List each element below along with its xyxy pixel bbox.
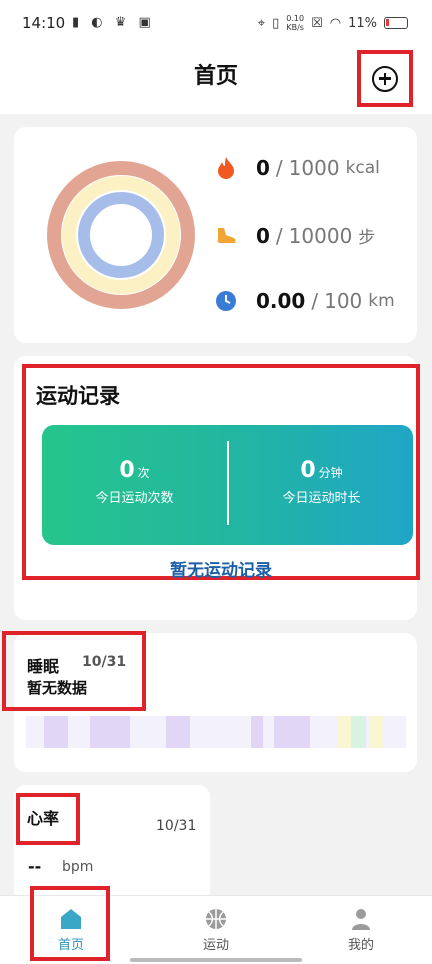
distance-sep: / [311,289,319,313]
today-count-unit: 次 [137,466,150,480]
heart-rate-card[interactable]: 心率 10/31 -- bpm [14,785,210,895]
sleep-date: 10/31 [82,654,127,670]
heart-title: 心率 [27,809,60,828]
status-right: ⌖ ▯ 0.10 KB/s ☒ ◠ 11% [258,14,408,32]
sleep-no-data: 暂无数据 [27,679,88,697]
sleep-segment [44,716,68,748]
location-icon: ⌖ [257,15,266,31]
heart-date: 10/31 [156,818,197,834]
sleep-title: 睡眠 [27,657,60,676]
records-highlight: 运动记录 0次 今日运动次数 0 分钟 今日运动时长 暂无运动记录 [22,364,420,581]
clock-icon [214,289,238,313]
heart-rate-value: -- [28,857,42,876]
plus-circle-icon [372,65,398,92]
vibrate-icon: ▯ [272,15,280,31]
calories-goal: 1000 [288,156,340,180]
calories-unit: kcal [345,158,380,178]
gesture-bar [130,958,302,962]
today-count-stat: 0次 今日运动次数 [42,458,227,506]
net-speed: 0.10 KB/s [286,14,304,32]
distance-goal: 100 [324,289,363,313]
home-tab-highlight [30,886,110,961]
today-count-value: 0 [119,458,135,483]
battery-icon [384,17,408,29]
add-button[interactable] [357,50,413,107]
tab-sport-label: 运动 [202,938,229,953]
calories-current: 0 [256,156,270,180]
exercise-records-card[interactable]: 运动记录 0次 今日运动次数 0 分钟 今日运动时长 暂无运动记录 [14,356,420,620]
tab-sport[interactable]: 运动 [161,896,271,964]
flame-icon [214,156,238,180]
calories-metric: 0 / 1000 kcal [214,156,380,180]
distance-current: 0.00 [256,289,306,313]
shoe-icon [214,224,238,248]
distance-metric: 0.00 / 100 km [214,289,395,313]
no-records-text: 暂无运动记录 [170,561,272,581]
activity-summary-card[interactable]: 0 / 1000 kcal 0 / 10000 步 0.00 / 100 km [14,127,417,343]
steps-unit: 步 [358,228,376,248]
steps-goal: 10000 [288,223,353,248]
person-icon [350,908,372,930]
sleep-card[interactable]: 睡眠 10/31 暂无数据 [2,631,417,772]
app-header: 首页 [0,48,432,114]
steps-current: 0 [256,223,270,248]
sleep-segment [351,716,366,748]
distance-ring [78,192,164,278]
sleep-segment [251,716,263,748]
records-title: 运动记录 [36,384,120,408]
activity-rings [47,161,195,309]
bottom-tab-bar: 首页 运动 我的 [0,886,432,964]
today-stats-box: 0次 今日运动次数 0 分钟 今日运动时长 [42,425,413,545]
battery-percent: 11% [348,15,377,31]
sleep-segment [166,716,190,748]
notification-icons: ▮ ◐ ♛ ▣ [72,15,155,30]
calories-sep: / [275,156,283,180]
today-count-label: 今日运动次数 [95,491,174,506]
sleep-segment [90,716,130,748]
sleep-highlight [2,631,146,711]
sim-icon: ☒ [311,15,323,31]
sleep-segment [274,716,310,748]
sleep-segment [337,716,351,748]
today-duration-label: 今日运动时长 [282,491,361,506]
heart-rate-unit: bpm [62,859,94,875]
sleep-segment [369,716,383,748]
steps-sep: / [275,223,283,248]
today-duration-value: 0 [300,458,316,483]
net-speed-unit: KB/s [286,23,304,32]
net-speed-value: 0.10 [286,14,305,23]
distance-unit: km [368,291,395,311]
steps-metric: 0 / 10000 步 [214,223,375,248]
sleep-timeline [26,716,406,748]
basketball-icon [205,908,227,930]
status-bar: 14:10 ▮ ◐ ♛ ▣ ⌖ ▯ 0.10 KB/s ☒ ◠ 11% [0,0,432,48]
wifi-icon: ◠ [329,15,342,31]
tab-mine-label: 我的 [347,938,374,953]
today-duration-unit: 分钟 [318,466,343,480]
status-time: 14:10 [22,14,66,32]
tab-mine[interactable]: 我的 [306,896,416,964]
today-duration-stat: 0 分钟 今日运动时长 [229,458,414,506]
